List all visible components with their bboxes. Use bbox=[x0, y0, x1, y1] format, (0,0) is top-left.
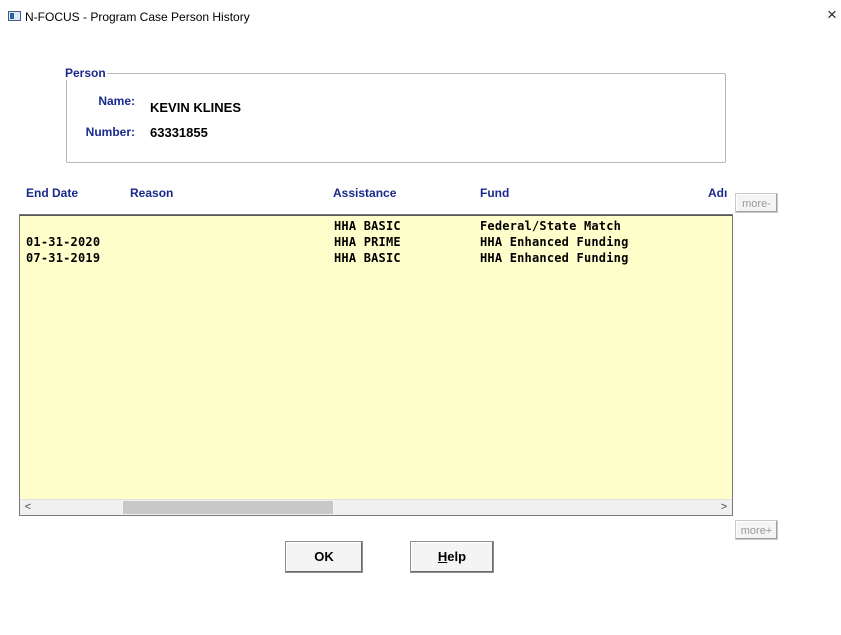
more-down-button[interactable]: more+ bbox=[735, 520, 778, 540]
name-label: Name: bbox=[98, 94, 135, 108]
number-value: 63331855 bbox=[150, 125, 208, 140]
scroll-thumb[interactable] bbox=[123, 501, 333, 514]
number-label: Number: bbox=[85, 125, 135, 139]
scroll-right-icon[interactable]: > bbox=[717, 500, 731, 515]
ok-button[interactable]: OK bbox=[285, 541, 363, 573]
help-label: elp bbox=[447, 549, 467, 564]
cell-assistance: HHA BASIC bbox=[334, 219, 401, 233]
cell-fund: HHA Enhanced Funding bbox=[480, 251, 629, 265]
app-window-icon bbox=[8, 11, 21, 21]
horizontal-scrollbar[interactable]: < > bbox=[20, 499, 732, 515]
help-mnemonic: H bbox=[437, 549, 448, 564]
help-button[interactable]: Help bbox=[410, 541, 494, 573]
cell-end-date: 01-31-2020 bbox=[26, 235, 101, 249]
column-header-fund: Fund bbox=[480, 186, 510, 200]
name-value: KEVIN KLINES bbox=[150, 100, 242, 115]
history-grid[interactable]: HHA BASIC Federal/State Match 01-31-2020… bbox=[19, 214, 733, 516]
column-header-assistance: Assistance bbox=[333, 186, 397, 200]
close-icon[interactable]: × bbox=[824, 6, 840, 24]
column-header-end-date: End Date bbox=[26, 186, 79, 200]
cell-fund: HHA Enhanced Funding bbox=[480, 235, 629, 249]
title-bar: N-FOCUS - Program Case Person History × bbox=[0, 0, 841, 34]
cell-assistance: HHA PRIME bbox=[334, 235, 401, 249]
person-legend: Person bbox=[64, 66, 107, 80]
scroll-left-icon[interactable]: < bbox=[21, 500, 35, 515]
column-header-truncated: Adı bbox=[708, 186, 728, 200]
grid-top-border bbox=[20, 215, 732, 216]
more-up-button[interactable]: more- bbox=[735, 193, 778, 213]
column-header-reason: Reason bbox=[130, 186, 174, 200]
cell-fund: Federal/State Match bbox=[480, 219, 622, 233]
person-groupbox: Person Name: KEVIN KLINES Number: 633318… bbox=[64, 66, 726, 163]
cell-assistance: HHA BASIC bbox=[334, 251, 401, 265]
cell-end-date: 07-31-2019 bbox=[26, 251, 101, 265]
window-title: N-FOCUS - Program Case Person History bbox=[25, 10, 250, 24]
